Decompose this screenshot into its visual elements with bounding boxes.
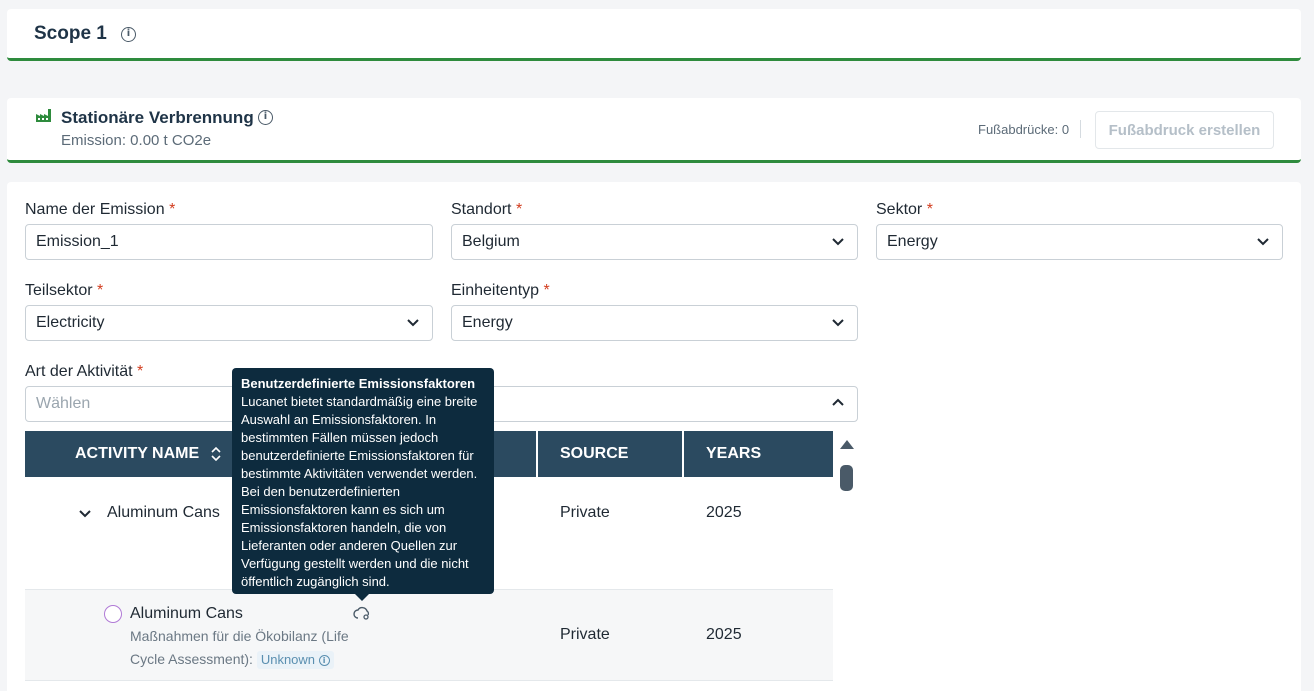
unit-type-label: Einheitentyp * (451, 282, 550, 299)
sector-label: Sektor * (876, 201, 933, 218)
column-years: YEARS (706, 445, 762, 462)
subsector-label: Teilsektor * (25, 282, 104, 299)
chevron-up-icon (832, 398, 844, 406)
table-row[interactable]: Aluminum Cans Maßnahmen für die Ökobilan… (25, 590, 833, 681)
emission-name-input[interactable]: Emission_1 (25, 224, 433, 260)
info-icon[interactable]: i (258, 110, 273, 125)
subsector-select[interactable]: Electricity (25, 305, 433, 341)
info-icon[interactable]: i (318, 655, 330, 667)
chevron-down-icon (832, 319, 844, 327)
years-cell: 2025 (706, 504, 742, 521)
cloud-settings-icon (353, 606, 370, 620)
chevron-down-icon (832, 238, 844, 246)
emission-section-header: Stationäre Verbrennung i Emission: 0.00 … (7, 98, 1301, 163)
source-cell: Private (560, 626, 610, 643)
years-cell: 2025 (706, 626, 742, 643)
create-footprint-button[interactable]: Fußabdruck erstellen (1095, 111, 1274, 149)
chevron-down-icon (407, 319, 419, 327)
activity-description: Maßnahmen für die Ökobilanz (Life (130, 628, 349, 644)
factory-icon (36, 109, 51, 122)
name-label: Name der Emission * (25, 201, 176, 218)
location-label: Standort * (451, 201, 523, 218)
emission-form: Name der Emission * Emission_1 Standort … (7, 182, 1301, 691)
scrollbar-thumb[interactable] (840, 465, 853, 491)
activity-assessment: Cycle Assessment): Unknown i (130, 648, 334, 671)
column-source: SOURCE (560, 445, 629, 462)
location-select[interactable]: Belgium (451, 224, 858, 260)
custom-factors-tooltip: Benutzerdefinierte Emissionsfaktoren Luc… (232, 368, 494, 601)
scope-title: Scope 1 (34, 23, 107, 44)
section-title: Stationäre Verbrennung (61, 108, 254, 127)
chevron-down-icon[interactable] (78, 506, 92, 520)
column-divider (682, 431, 684, 477)
divider (1080, 120, 1081, 138)
select-radio[interactable] (104, 605, 122, 623)
unit-type-select[interactable]: Energy (451, 305, 858, 341)
unknown-badge: Unknown i (256, 651, 334, 669)
tooltip-body: Lucanet bietet standardmäßig eine breite… (241, 394, 478, 589)
source-cell: Private (560, 504, 610, 521)
info-icon[interactable]: i (121, 27, 136, 42)
sector-select[interactable]: Energy (876, 224, 1283, 260)
chevron-down-icon (1257, 238, 1269, 246)
scroll-up-arrow[interactable] (840, 440, 854, 449)
scope-header: Scope 1 i (7, 9, 1301, 61)
sort-icon[interactable] (210, 446, 222, 461)
tooltip-title: Benutzerdefinierte Emissionsfaktoren (241, 376, 476, 391)
column-activity-name[interactable]: ACTIVITY NAME (75, 431, 222, 477)
activity-name: Aluminum Cans (107, 504, 220, 521)
activity-name: Aluminum Cans (130, 605, 243, 622)
column-divider (536, 431, 538, 477)
scrollbar[interactable] (836, 440, 858, 691)
activity-label: Art der Aktivität * (25, 363, 144, 380)
emission-total: Emission: 0.00 t CO2e (61, 132, 212, 149)
footprint-count: Fußabdrücke: 0 (978, 122, 1070, 137)
